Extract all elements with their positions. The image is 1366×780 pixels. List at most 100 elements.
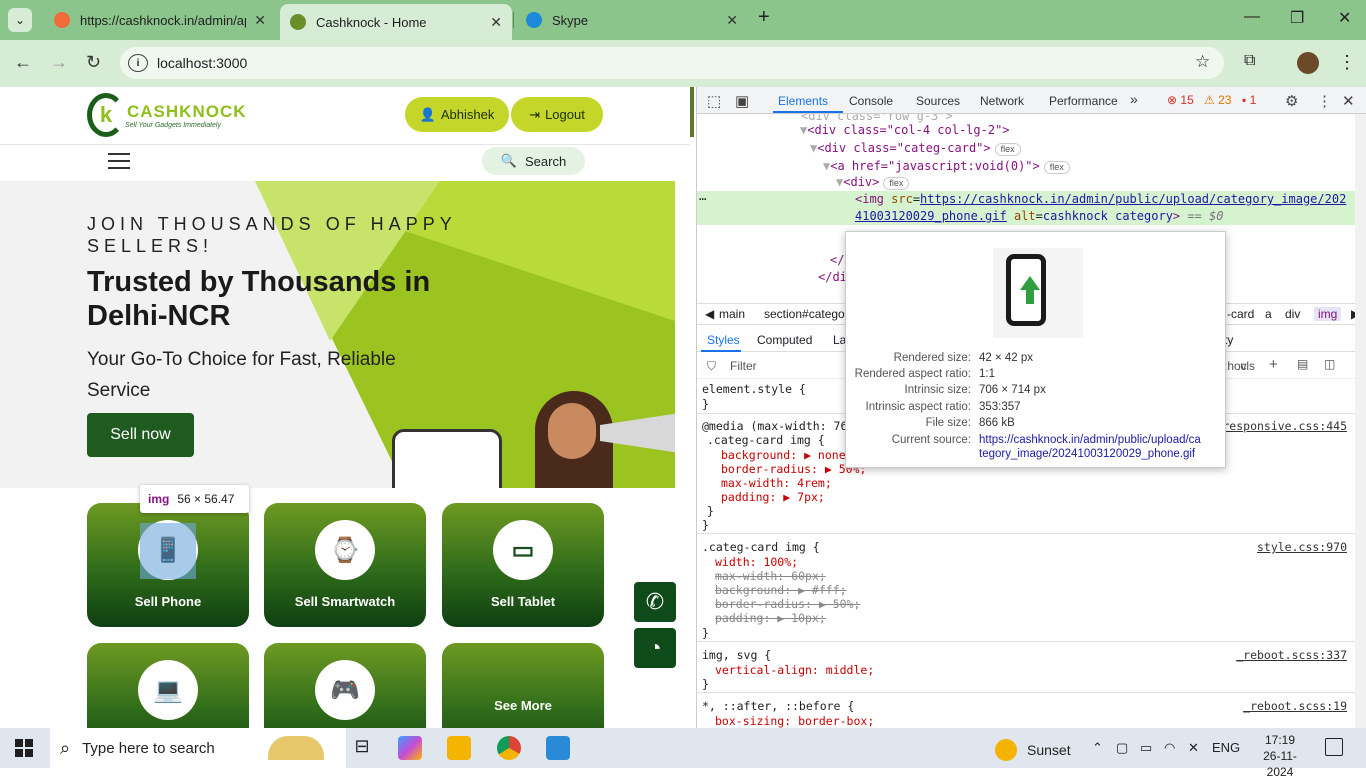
rule-prop[interactable]: max-width: 4rem; (721, 476, 832, 490)
user-account-button[interactable]: 👤 Abhishek (405, 97, 509, 132)
sell-now-button[interactable]: Sell now (87, 413, 194, 457)
close-icon[interactable]: ✕ (490, 14, 502, 31)
call-button[interactable]: ✆ (634, 582, 676, 622)
close-devtools-icon[interactable]: ✕ (1342, 92, 1355, 110)
rule-prop-overridden[interactable]: max-width: 60px; (715, 569, 826, 583)
breadcrumb-item[interactable]: div (1285, 307, 1300, 321)
back-button[interactable]: ← (14, 52, 32, 73)
meet-icon[interactable]: ▢ (1116, 740, 1128, 756)
page-scrollbar[interactable] (690, 87, 694, 137)
volume-muted-icon[interactable]: ✕ (1188, 740, 1199, 756)
rule-selector[interactable]: *, ::after, ::before { (702, 699, 854, 713)
chrome-icon[interactable] (497, 736, 521, 760)
restore-button[interactable]: ❐ (1290, 8, 1304, 28)
tab-console[interactable]: Console (849, 94, 893, 108)
rule-source-link[interactable]: responsive.css:445 (1222, 419, 1347, 433)
preview-source-link[interactable]: https://cashknock.in/admin/public/upload… (979, 434, 1201, 446)
vscode-icon[interactable] (546, 736, 570, 760)
flex-badge[interactable]: flex (883, 177, 910, 190)
breadcrumb-item[interactable]: a (1265, 307, 1272, 321)
profile-avatar[interactable] (1297, 52, 1319, 74)
minimize-button[interactable]: — (1244, 8, 1260, 26)
windows-start-icon[interactable] (15, 739, 33, 757)
site-info-icon[interactable]: i (128, 54, 148, 72)
dom-line[interactable]: ▼<div> flex (836, 174, 910, 191)
dom-line[interactable]: ▼<div class="col-4 col-lg-2"> (800, 122, 1010, 139)
reload-button[interactable]: ↻ (86, 52, 101, 73)
filter-input[interactable]: Filter (730, 359, 757, 373)
inspect-element-icon[interactable]: ⬚ (707, 92, 721, 110)
tab-styles[interactable]: Styles (707, 333, 740, 347)
search-button[interactable]: 🔍 Search (482, 147, 585, 175)
tab-sources[interactable]: Sources (916, 94, 960, 108)
tab-search-button[interactable]: ⌄ (8, 8, 32, 32)
logout-button[interactable]: ⇥ Logout (511, 97, 603, 132)
devtools-menu-icon[interactable]: ⋮ (1317, 92, 1332, 110)
bookmark-star-icon[interactable]: ☆ (1195, 52, 1210, 72)
selected-dom-row[interactable]: ⋯ <img src=https://cashknock.in/admin/pu… (697, 191, 1355, 225)
close-window-button[interactable]: ✕ (1338, 8, 1351, 28)
task-view-icon[interactable]: ⊟ (350, 736, 374, 760)
rule-selector[interactable]: element.style { (702, 382, 806, 396)
preview-source-link[interactable]: tegory_image/20241003120029_phone.gif (979, 448, 1195, 460)
rule-source-link[interactable]: _reboot.scss:19 (1243, 699, 1347, 713)
rule-selector[interactable]: .categ-card img { (702, 540, 820, 554)
chevron-up-icon[interactable]: ⌃ (1092, 740, 1103, 756)
rule-source-link[interactable]: style.css:970 (1257, 540, 1347, 554)
url-text[interactable]: localhost:3000 (157, 55, 247, 71)
category-card-see-more[interactable]: See More (442, 643, 604, 728)
rule-source-link[interactable]: _reboot.scss:337 (1236, 648, 1347, 662)
rule-prop-overridden[interactable]: border-radius: ▶ 50%; (715, 597, 860, 611)
element-state-icon[interactable]: ▤ (1297, 357, 1308, 371)
tab-cashknock-home[interactable]: Cashknock - Home ✕ (280, 4, 512, 40)
tab-computed[interactable]: Computed (757, 333, 812, 347)
whatsapp-button[interactable]: ◔ (634, 628, 676, 668)
extensions-icon[interactable]: ⧉ (1244, 52, 1255, 70)
devtools-scrollbar[interactable] (1355, 114, 1366, 728)
device-toolbar-icon[interactable]: ▣ (735, 92, 749, 110)
battery-icon[interactable]: ▭ (1140, 740, 1152, 756)
browser-menu-icon[interactable]: ⋮ (1338, 52, 1356, 73)
close-icon[interactable]: ✕ (254, 12, 266, 29)
notification-icon[interactable] (1325, 738, 1343, 756)
rule-prop-overridden[interactable]: background: ▶ #fff; (715, 583, 847, 597)
tab-network[interactable]: Network (980, 94, 1024, 108)
breadcrumb-scroll-left-icon[interactable]: ◀ (705, 307, 714, 321)
forward-button[interactable]: → (50, 52, 68, 73)
hamburger-menu-icon[interactable] (108, 153, 130, 169)
dom-line[interactable]: ▼<div class="categ-card"> flex (810, 140, 1021, 157)
address-bar[interactable] (120, 47, 1224, 79)
tab-cashknock-api[interactable]: https://cashknock.in/admin/api ✕ (44, 4, 276, 36)
rule-selector[interactable]: .categ-card img { (707, 433, 825, 447)
breadcrumb-item-active[interactable]: img (1314, 307, 1342, 321)
category-card-gadget[interactable]: 🎮 (264, 643, 426, 728)
issue-count[interactable]: ▪ 1 (1242, 93, 1256, 107)
dom-line[interactable]: ▼<a href="javascript:void(0)"> flex (823, 158, 1070, 175)
language-indicator[interactable]: ENG (1212, 740, 1240, 755)
close-icon[interactable]: ✕ (726, 12, 738, 29)
error-count[interactable]: ⊗ 15 (1167, 93, 1194, 107)
new-rule-icon[interactable]: + (1269, 356, 1278, 373)
warning-count[interactable]: ⚠ 23 (1204, 93, 1231, 107)
rule-prop-overridden[interactable]: padding: ▶ 10px; (715, 611, 826, 625)
rule-selector[interactable]: img, svg { (702, 648, 771, 662)
rule-prop[interactable]: vertical-align: middle; (715, 663, 874, 677)
cls-toggle[interactable]: .cls (1237, 359, 1255, 373)
flex-badge[interactable]: flex (1043, 161, 1070, 174)
more-tabs-icon[interactable]: » (1130, 91, 1138, 107)
copilot-icon[interactable] (398, 736, 422, 760)
wifi-icon[interactable]: ◠ (1164, 740, 1175, 756)
site-logo[interactable]: k CASHKNOCK Sell Your Gadgets Immediatel… (87, 93, 247, 137)
new-tab-button[interactable]: + (758, 6, 770, 29)
category-card-laptop[interactable]: 💻 (87, 643, 249, 728)
toggle-sidebar-icon[interactable]: ◫ (1324, 357, 1335, 371)
breadcrumb-item[interactable]: main (719, 307, 745, 321)
file-explorer-icon[interactable] (447, 736, 471, 760)
breadcrumb-item[interactable]: -card (1227, 307, 1254, 321)
tab-skype[interactable]: Skype ✕ (516, 4, 748, 36)
tab-elements[interactable]: Elements (778, 94, 828, 108)
category-card-tablet[interactable]: ▭ Sell Tablet (442, 503, 604, 627)
rule-prop[interactable]: width: 100%; (715, 555, 798, 569)
settings-gear-icon[interactable]: ⚙ (1285, 92, 1298, 110)
weather-widget[interactable]: Sunset (995, 739, 1071, 761)
